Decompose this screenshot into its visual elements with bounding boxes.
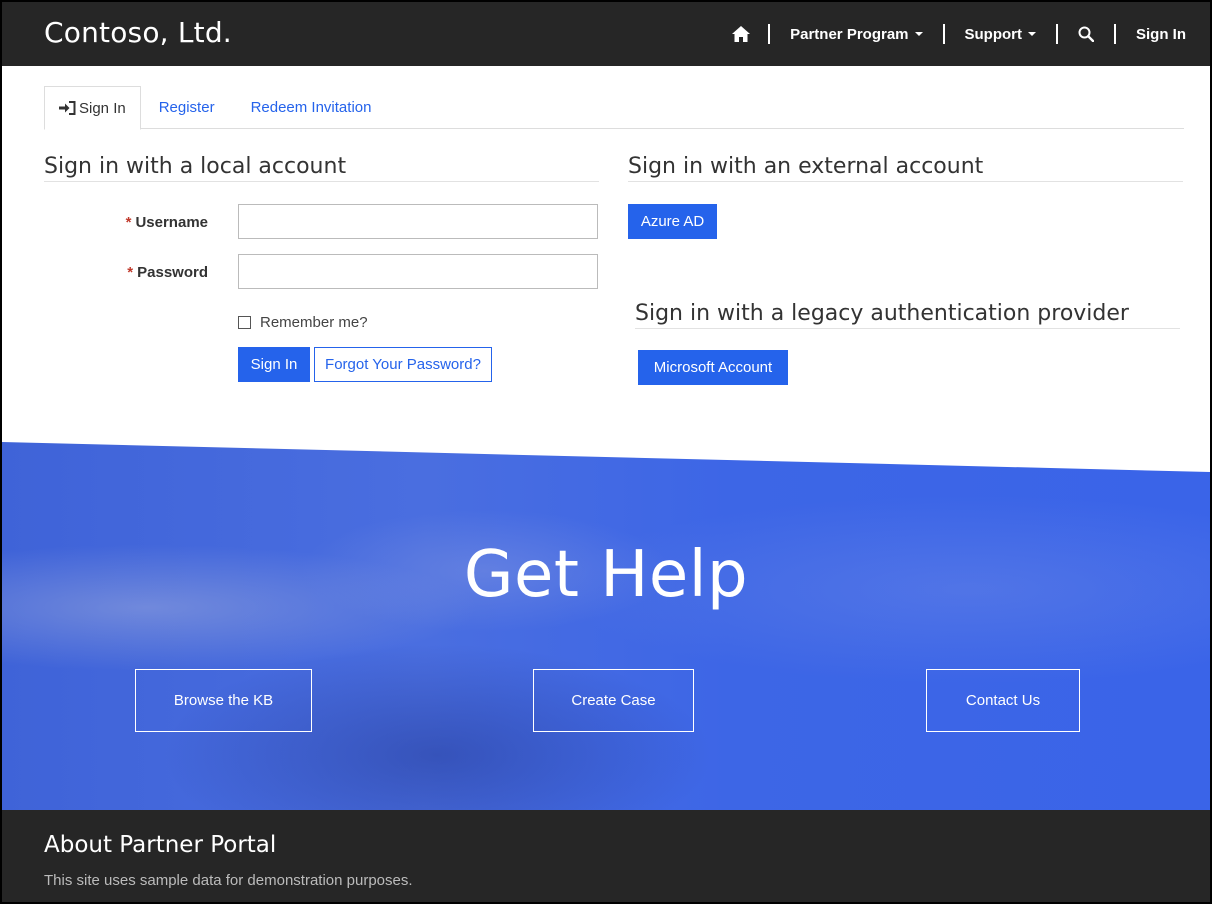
brand-logo[interactable]: Contoso, Ltd. — [44, 16, 232, 49]
partner-program-label: Partner Program — [790, 25, 909, 43]
footer-text: This site uses sample data for demonstra… — [44, 872, 413, 889]
home-icon — [732, 26, 751, 42]
create-case-button[interactable]: Create Case — [533, 669, 694, 732]
support-label: Support — [964, 25, 1023, 43]
username-label-text: Username — [135, 214, 208, 231]
sign-in-button[interactable]: Sign In — [238, 347, 310, 382]
password-input[interactable] — [238, 254, 598, 289]
password-label: * Password — [38, 264, 208, 281]
auth-tabs: Sign In Register Redeem Invitation — [44, 86, 1184, 130]
forgot-password-button[interactable]: Forgot Your Password? — [314, 347, 492, 382]
external-account-heading: Sign in with an external account — [628, 154, 1183, 182]
support-menu[interactable]: Support — [942, 24, 1057, 44]
page-frame: Contoso, Ltd. Partner Program Support Si… — [2, 2, 1210, 902]
top-navbar: Contoso, Ltd. Partner Program Support Si… — [2, 2, 1210, 66]
hero-background-image — [2, 442, 1210, 810]
footer-title: About Partner Portal — [44, 832, 277, 858]
search-icon — [1078, 26, 1094, 42]
local-account-heading: Sign in with a local account — [44, 154, 599, 182]
tab-sign-in-label: Sign In — [79, 99, 126, 117]
chevron-down-icon — [914, 32, 923, 36]
site-footer: About Partner Portal This site uses samp… — [2, 810, 1210, 902]
hero-title: Get Help — [463, 538, 749, 612]
microsoft-account-button[interactable]: Microsoft Account — [638, 350, 788, 385]
required-marker: * — [125, 214, 132, 231]
contact-us-button[interactable]: Contact Us — [926, 669, 1080, 732]
nav-sign-in-link[interactable]: Sign In — [1114, 24, 1186, 44]
partner-program-menu[interactable]: Partner Program — [768, 24, 942, 44]
hero-diagonal-edge — [2, 442, 1210, 472]
chevron-down-icon — [1028, 32, 1036, 36]
remember-me-row: Remember me? — [238, 314, 368, 331]
legacy-provider-heading: Sign in with a legacy authentication pro… — [635, 301, 1180, 329]
required-marker: * — [127, 264, 134, 281]
tab-register[interactable]: Register — [141, 86, 233, 129]
username-input[interactable] — [238, 204, 598, 239]
tab-redeem-invitation[interactable]: Redeem Invitation — [233, 86, 390, 129]
remember-me-checkbox[interactable] — [238, 316, 251, 329]
tab-sign-in[interactable]: Sign In — [44, 86, 141, 130]
get-help-hero: Get Help Browse the KB Create Case Conta… — [2, 442, 1210, 810]
browse-kb-button[interactable]: Browse the KB — [135, 669, 312, 732]
username-label: * Username — [38, 214, 208, 231]
password-label-text: Password — [137, 264, 208, 281]
sign-in-icon — [59, 101, 76, 115]
azure-ad-button[interactable]: Azure AD — [628, 204, 717, 239]
main-nav: Partner Program Support Sign In — [712, 2, 1186, 66]
remember-me-label[interactable]: Remember me? — [260, 314, 368, 331]
home-nav-link[interactable] — [712, 24, 768, 44]
search-nav-button[interactable] — [1056, 24, 1114, 44]
